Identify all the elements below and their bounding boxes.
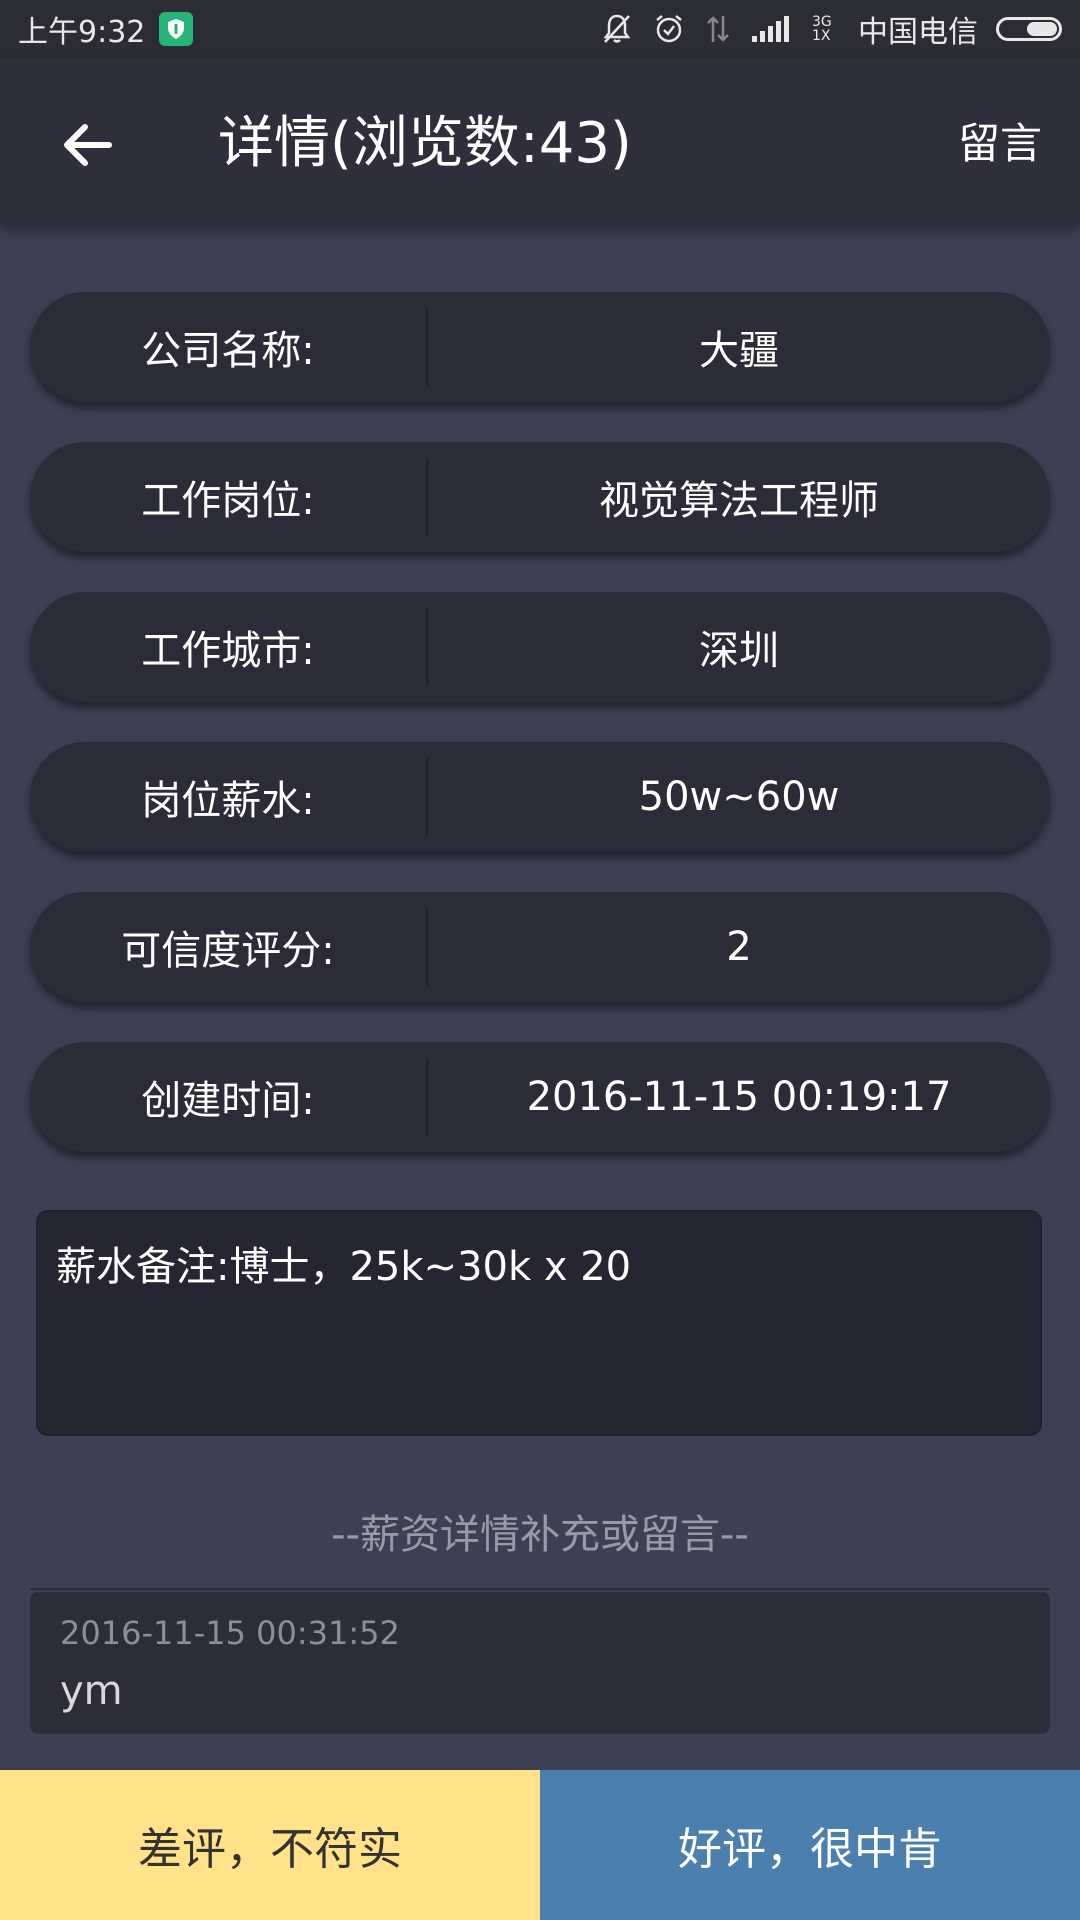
comment-time: 2016-11-15 00:31:52 [60, 1614, 400, 1652]
page-title: 详情(浏览数:43) [218, 111, 632, 176]
detail-label: 工作岗位: [141, 478, 315, 524]
leave-message-button[interactable]: 留言 [958, 118, 1042, 170]
back-button[interactable] [52, 110, 122, 180]
mute-bell-icon [600, 12, 634, 46]
battery-icon [996, 17, 1062, 41]
divider [30, 1588, 1050, 1590]
detail-value: 50w~60w [638, 774, 840, 820]
status-icons: 3G 1X 中国电信 [600, 0, 1062, 58]
status-time: 上午9:32 [18, 15, 146, 50]
detail-list: 公司名称: 大疆 工作岗位: 视觉算法工程师 工作城市: 深圳 岗位薪水: 50… [30, 292, 1050, 1192]
review-actions: 差评，不符实 好评，很中肯 [0, 1770, 1080, 1920]
detail-label: 可信度评分: [121, 928, 335, 974]
detail-value: 深圳 [699, 628, 779, 674]
carrier-name: 中国电信 [858, 15, 978, 50]
bad-review-button[interactable]: 差评，不符实 [0, 1770, 540, 1920]
security-shield-icon [159, 12, 194, 46]
detail-label: 岗位薪水: [141, 778, 315, 824]
status-bar: 上午9:32 3G 1X 中国电信 [0, 0, 1080, 58]
detail-label: 创建时间: [141, 1078, 315, 1124]
good-review-button[interactable]: 好评，很中肯 [540, 1770, 1080, 1920]
data-transfer-icon [704, 12, 732, 46]
detail-value: 2 [726, 924, 752, 970]
detail-value: 大疆 [699, 328, 779, 374]
detail-row-city: 工作城市: 深圳 [30, 592, 1050, 702]
detail-row-position: 工作岗位: 视觉算法工程师 [30, 442, 1050, 552]
comment-text: ym [60, 1668, 123, 1714]
app-bar: 详情(浏览数:43) 留言 [0, 58, 1080, 224]
arrow-left-icon [64, 124, 112, 166]
signal-icon [750, 14, 794, 44]
detail-row-credibility: 可信度评分: 2 [30, 892, 1050, 1002]
detail-row-company: 公司名称: 大疆 [30, 292, 1050, 402]
detail-label: 公司名称: [141, 328, 315, 374]
detail-value: 2016-11-15 00:19:17 [526, 1074, 952, 1120]
network-type: 3G 1X [812, 14, 832, 44]
detail-row-created-time: 创建时间: 2016-11-15 00:19:17 [30, 1042, 1050, 1152]
detail-label: 工作城市: [141, 628, 315, 674]
detail-row-salary: 岗位薪水: 50w~60w [30, 742, 1050, 852]
detail-value: 视觉算法工程师 [599, 478, 879, 524]
comment-item: 2016-11-15 00:31:52 ym [30, 1592, 1050, 1734]
salary-note: 薪水备注:博士，25k~30k x 20 [36, 1210, 1042, 1436]
alarm-clock-icon [652, 12, 686, 46]
comments-section-title: --薪资详情补充或留言-- [331, 1512, 749, 1558]
